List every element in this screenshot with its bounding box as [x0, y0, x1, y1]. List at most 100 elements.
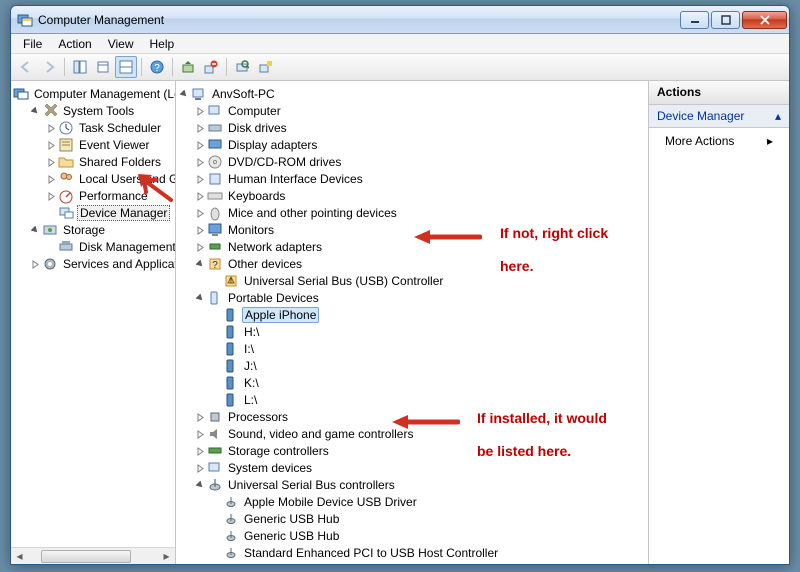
- add-legacy-button[interactable]: [254, 56, 276, 78]
- menu-help[interactable]: Help: [142, 35, 183, 53]
- scroll-left-icon[interactable]: ◂: [11, 548, 28, 565]
- node-label: AnvSoft-PC: [210, 87, 277, 101]
- menu-action[interactable]: Action: [50, 35, 99, 53]
- update-driver-button[interactable]: [177, 56, 199, 78]
- node-storage[interactable]: Storage: [29, 222, 173, 238]
- expander-expand-icon[interactable]: [194, 105, 207, 118]
- node-computer[interactable]: Computer: [194, 103, 646, 119]
- scroll-thumb[interactable]: [41, 550, 131, 563]
- expander-expand-icon[interactable]: [29, 258, 42, 271]
- usb-icon: [207, 477, 223, 493]
- expander-expand-icon[interactable]: [194, 139, 207, 152]
- node-drive-l[interactable]: L:\: [210, 392, 646, 408]
- node-label: Mice and other pointing devices: [226, 206, 399, 220]
- node-services-apps[interactable]: Services and Applications: [29, 256, 173, 272]
- expander-expand-icon[interactable]: [194, 428, 207, 441]
- properties-button[interactable]: [92, 56, 114, 78]
- node-drive-k[interactable]: K:\: [210, 375, 646, 391]
- show-hide-tree-button[interactable]: [69, 56, 91, 78]
- node-task-scheduler[interactable]: Task Scheduler: [45, 120, 173, 136]
- node-pc-root[interactable]: AnvSoft-PC: [178, 86, 646, 102]
- node-disk-management[interactable]: Disk Management: [45, 239, 173, 255]
- expander-expand-icon[interactable]: [194, 224, 207, 237]
- expander-expand-icon[interactable]: [194, 411, 207, 424]
- device-icon: [223, 307, 239, 323]
- node-label: Human Interface Devices: [226, 172, 365, 186]
- device-tree[interactable]: AnvSoft-PC Computer Disk drives Display …: [176, 81, 648, 564]
- node-std-enhanced[interactable]: Standard Enhanced PCI to USB Host Contro…: [210, 545, 646, 561]
- node-mice[interactable]: Mice and other pointing devices: [194, 205, 646, 221]
- expander-expand-icon[interactable]: [194, 173, 207, 186]
- node-label: DVD/CD-ROM drives: [226, 155, 343, 169]
- node-hid[interactable]: Human Interface Devices: [194, 171, 646, 187]
- expander-collapse-icon[interactable]: [29, 224, 42, 237]
- uninstall-button[interactable]: [200, 56, 222, 78]
- console-tree-pane: Computer Management (Local System Tools …: [11, 81, 176, 564]
- expander-expand-icon[interactable]: [194, 190, 207, 203]
- node-system-devices[interactable]: System devices: [194, 460, 646, 476]
- expander-expand-icon[interactable]: [194, 156, 207, 169]
- node-usb-controllers[interactable]: Universal Serial Bus controllers: [194, 477, 646, 493]
- expander-expand-icon[interactable]: [45, 139, 58, 152]
- horizontal-scrollbar[interactable]: ◂ ▸: [11, 547, 175, 564]
- node-dvd-cd[interactable]: DVD/CD-ROM drives: [194, 154, 646, 170]
- expander-collapse-icon[interactable]: [194, 479, 207, 492]
- actions-more-actions[interactable]: More Actions ▸: [649, 128, 789, 154]
- expander-expand-icon[interactable]: [45, 173, 58, 186]
- expander-expand-icon[interactable]: [45, 190, 58, 203]
- menu-view[interactable]: View: [100, 35, 142, 53]
- expander-expand-icon[interactable]: [194, 445, 207, 458]
- node-system-tools[interactable]: System Tools: [29, 103, 173, 119]
- node-keyboards[interactable]: Keyboards: [194, 188, 646, 204]
- titlebar[interactable]: Computer Management: [11, 6, 789, 34]
- expander-expand-icon[interactable]: [45, 156, 58, 169]
- node-drive-j[interactable]: J:\: [210, 358, 646, 374]
- expander-expand-icon[interactable]: [194, 122, 207, 135]
- node-drive-i[interactable]: I:\: [210, 341, 646, 357]
- window-title: Computer Management: [38, 13, 680, 27]
- expander-collapse-icon[interactable]: [194, 292, 207, 305]
- node-apple-mobile-driver[interactable]: Apple Mobile Device USB Driver: [210, 494, 646, 510]
- disk-icon: [207, 120, 223, 136]
- expander-expand-icon[interactable]: [194, 207, 207, 220]
- node-device-manager[interactable]: Device Manager: [45, 205, 173, 221]
- close-button[interactable]: [742, 11, 787, 29]
- menubar: File Action View Help: [11, 34, 789, 54]
- actions-pane: Actions Device Manager ▴ More Actions ▸: [649, 81, 789, 564]
- forward-button[interactable]: [38, 56, 60, 78]
- actions-section-device-manager[interactable]: Device Manager ▴: [649, 105, 789, 128]
- node-portable-devices[interactable]: Portable Devices: [194, 290, 646, 306]
- expander-collapse-icon[interactable]: [29, 105, 42, 118]
- minimize-button[interactable]: [680, 11, 709, 29]
- node-generic-hub[interactable]: Generic USB Hub: [210, 511, 646, 527]
- node-label: Computer Management (Local: [32, 87, 176, 101]
- back-button[interactable]: [15, 56, 37, 78]
- view-mode-button[interactable]: [115, 56, 137, 78]
- expander-collapse-icon[interactable]: [194, 258, 207, 271]
- expander-expand-icon[interactable]: [194, 462, 207, 475]
- node-other-devices[interactable]: ?Other devices: [194, 256, 646, 272]
- node-apple-iphone[interactable]: Apple iPhone: [210, 307, 646, 323]
- node-storage-controllers[interactable]: Storage controllers: [194, 443, 646, 459]
- node-event-viewer[interactable]: Event Viewer: [45, 137, 173, 153]
- usb-device-icon: [223, 528, 239, 544]
- node-usb-controller-unknown[interactable]: !Universal Serial Bus (USB) Controller: [210, 273, 646, 289]
- expander-collapse-icon[interactable]: [178, 88, 191, 101]
- scan-hardware-button[interactable]: [231, 56, 253, 78]
- warning-icon: !: [223, 273, 239, 289]
- menu-file[interactable]: File: [15, 35, 50, 53]
- node-generic-hub[interactable]: Generic USB Hub: [210, 528, 646, 544]
- expander-expand-icon[interactable]: [194, 241, 207, 254]
- node-shared-folders[interactable]: Shared Folders: [45, 154, 173, 170]
- tools-icon: [42, 103, 58, 119]
- node-std-enhanced[interactable]: Standard Enhanced PCI to USB Host Contro…: [210, 562, 646, 564]
- expander-expand-icon[interactable]: [45, 122, 58, 135]
- node-drive-h[interactable]: H:\: [210, 324, 646, 340]
- node-display-adapters[interactable]: Display adapters: [194, 137, 646, 153]
- keyboard-icon: [207, 188, 223, 204]
- maximize-button[interactable]: [711, 11, 740, 29]
- scroll-right-icon[interactable]: ▸: [158, 548, 175, 565]
- node-computer-management[interactable]: Computer Management (Local: [13, 86, 173, 102]
- node-disk-drives[interactable]: Disk drives: [194, 120, 646, 136]
- help-button[interactable]: ?: [146, 56, 168, 78]
